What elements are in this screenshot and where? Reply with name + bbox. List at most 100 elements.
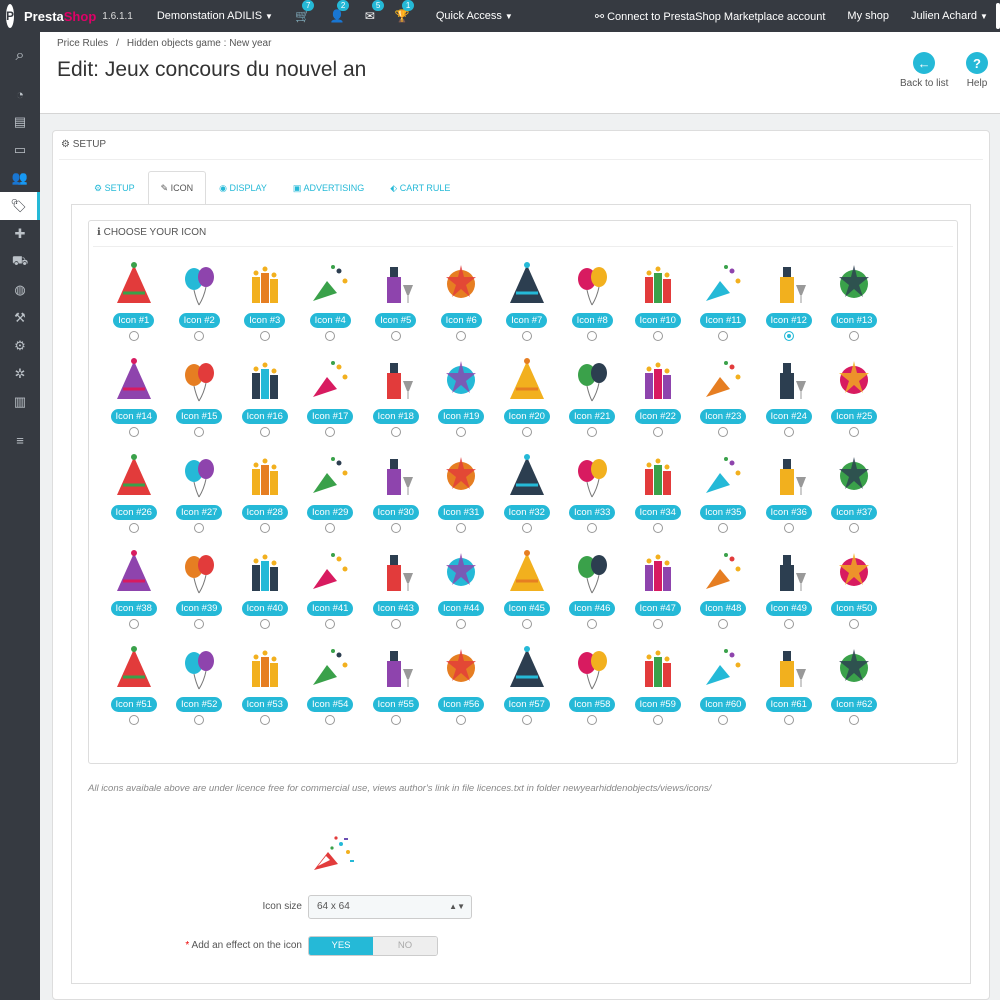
icon-option[interactable]: Icon #29	[298, 451, 364, 547]
party-icon[interactable]	[305, 547, 355, 597]
icon-radio[interactable]	[521, 331, 532, 341]
icon-option[interactable]: Icon #20	[494, 355, 560, 451]
icon-label[interactable]: Icon #2	[178, 313, 220, 328]
icon-option[interactable]: Icon #10	[625, 259, 691, 355]
icon-label[interactable]: Icon #58	[569, 697, 616, 712]
icon-label[interactable]: Icon #47	[634, 601, 681, 616]
icon-radio[interactable]	[390, 331, 401, 341]
icon-radio[interactable]	[521, 427, 532, 437]
icon-option[interactable]: Icon #38	[101, 547, 167, 643]
icon-radio[interactable]	[587, 715, 598, 725]
icon-option[interactable]: Icon #52	[167, 643, 233, 739]
icon-radio[interactable]	[390, 715, 401, 725]
icon-radio[interactable]	[718, 523, 729, 533]
party-icon[interactable]	[502, 451, 552, 501]
party-icon[interactable]	[174, 547, 224, 597]
icon-option[interactable]: Icon #30	[363, 451, 429, 547]
tab-icon[interactable]: ✎ Icon	[147, 171, 207, 205]
icon-label[interactable]: Icon #15	[176, 409, 223, 424]
party-icon[interactable]	[502, 547, 552, 597]
icon-label[interactable]: Icon #50	[831, 601, 878, 616]
icon-radio[interactable]	[128, 619, 139, 629]
party-icon[interactable]	[240, 451, 290, 501]
icon-option[interactable]: Icon #15	[167, 355, 233, 451]
back-to-list-button[interactable]: ← Back to list	[900, 52, 948, 89]
icon-radio[interactable]	[390, 619, 401, 629]
icon-label[interactable]: Icon #55	[372, 697, 419, 712]
icon-option[interactable]: Icon #3	[232, 259, 298, 355]
party-icon[interactable]	[829, 643, 879, 693]
icon-option[interactable]: Icon #61	[756, 643, 822, 739]
icon-label[interactable]: Icon #28	[241, 505, 288, 520]
icon-option[interactable]: Icon #55	[363, 643, 429, 739]
icon-radio[interactable]	[456, 331, 467, 341]
party-icon[interactable]	[764, 355, 814, 405]
marketplace-link[interactable]: ⚯ Connect to PrestaShop Marketplace acco…	[595, 10, 826, 23]
icon-label[interactable]: Icon #7	[506, 313, 548, 328]
icon-label[interactable]: Icon #40	[241, 601, 288, 616]
prestashop-logo-icon[interactable]: P	[6, 4, 15, 28]
party-icon[interactable]	[502, 643, 552, 693]
admin-icon[interactable]: ✲	[0, 360, 40, 388]
icon-radio[interactable]	[849, 523, 860, 533]
price-rules-icon[interactable]: 🏷	[0, 192, 40, 220]
icon-label[interactable]: Icon #17	[307, 409, 354, 424]
modules-icon[interactable]: ✚	[0, 220, 40, 248]
icon-label[interactable]: Icon #36	[765, 505, 812, 520]
icon-option[interactable]: Icon #1	[101, 259, 167, 355]
customers-icon[interactable]: 👥	[0, 164, 40, 192]
party-icon[interactable]	[436, 355, 486, 405]
icon-label[interactable]: Icon #54	[307, 697, 354, 712]
icon-option[interactable]: Icon #50	[822, 547, 888, 643]
icon-option[interactable]: Icon #2	[167, 259, 233, 355]
party-icon[interactable]	[633, 451, 683, 501]
icon-option[interactable]: Icon #49	[756, 547, 822, 643]
icon-radio[interactable]	[325, 523, 336, 533]
icon-radio[interactable]	[521, 715, 532, 725]
party-icon[interactable]	[567, 355, 617, 405]
cart-notifications[interactable]: 🛒 7	[295, 0, 315, 23]
party-icon[interactable]	[567, 259, 617, 309]
icon-label[interactable]: Icon #44	[438, 601, 485, 616]
party-icon[interactable]	[305, 451, 355, 501]
breadcrumb-current[interactable]: Hidden objects game : New year	[127, 38, 272, 49]
stats-icon[interactable]: ▥	[0, 388, 40, 416]
icon-option[interactable]: Icon #40	[232, 547, 298, 643]
icon-radio[interactable]	[783, 619, 794, 629]
icon-radio[interactable]	[194, 715, 205, 725]
icon-option[interactable]: Icon #7	[494, 259, 560, 355]
breadcrumb-price-rules[interactable]: Price Rules	[57, 38, 108, 49]
search-icon[interactable]: ⌕	[0, 32, 40, 80]
icon-radio[interactable]	[783, 427, 794, 437]
icon-label[interactable]: Icon #19	[438, 409, 485, 424]
icon-option[interactable]: Icon #5	[363, 259, 429, 355]
icon-radio[interactable]	[259, 715, 270, 725]
dashboard-icon[interactable]: ◔	[0, 80, 40, 108]
icon-radio[interactable]	[325, 715, 336, 725]
party-icon[interactable]	[109, 355, 159, 405]
party-icon[interactable]	[436, 451, 486, 501]
icon-radio[interactable]	[587, 427, 598, 437]
icon-label[interactable]: Icon #45	[503, 601, 550, 616]
tab-display[interactable]: ◉ Display	[206, 171, 280, 205]
icon-label[interactable]: Icon #11	[700, 313, 747, 328]
icon-label[interactable]: Icon #23	[700, 409, 747, 424]
icon-option[interactable]: Icon #45	[494, 547, 560, 643]
icon-label[interactable]: Icon #39	[176, 601, 223, 616]
party-icon[interactable]	[698, 643, 748, 693]
icon-label[interactable]: Icon #13	[831, 313, 878, 328]
icon-radio[interactable]	[521, 523, 532, 533]
advanced-icon[interactable]: ⚙	[0, 332, 40, 360]
party-icon[interactable]	[305, 355, 355, 405]
icon-option[interactable]: Icon #37	[822, 451, 888, 547]
icon-option[interactable]: Icon #59	[625, 643, 691, 739]
icon-option[interactable]: Icon #21	[560, 355, 626, 451]
party-icon[interactable]	[567, 547, 617, 597]
preferences-icon[interactable]: ⚒	[0, 304, 40, 332]
icon-option[interactable]: Icon #39	[167, 547, 233, 643]
party-icon[interactable]	[371, 451, 421, 501]
icon-radio[interactable]	[456, 619, 467, 629]
icon-radio[interactable]	[390, 427, 401, 437]
orders-icon[interactable]: ▤	[0, 108, 40, 136]
icon-label[interactable]: Icon #12	[765, 313, 812, 328]
